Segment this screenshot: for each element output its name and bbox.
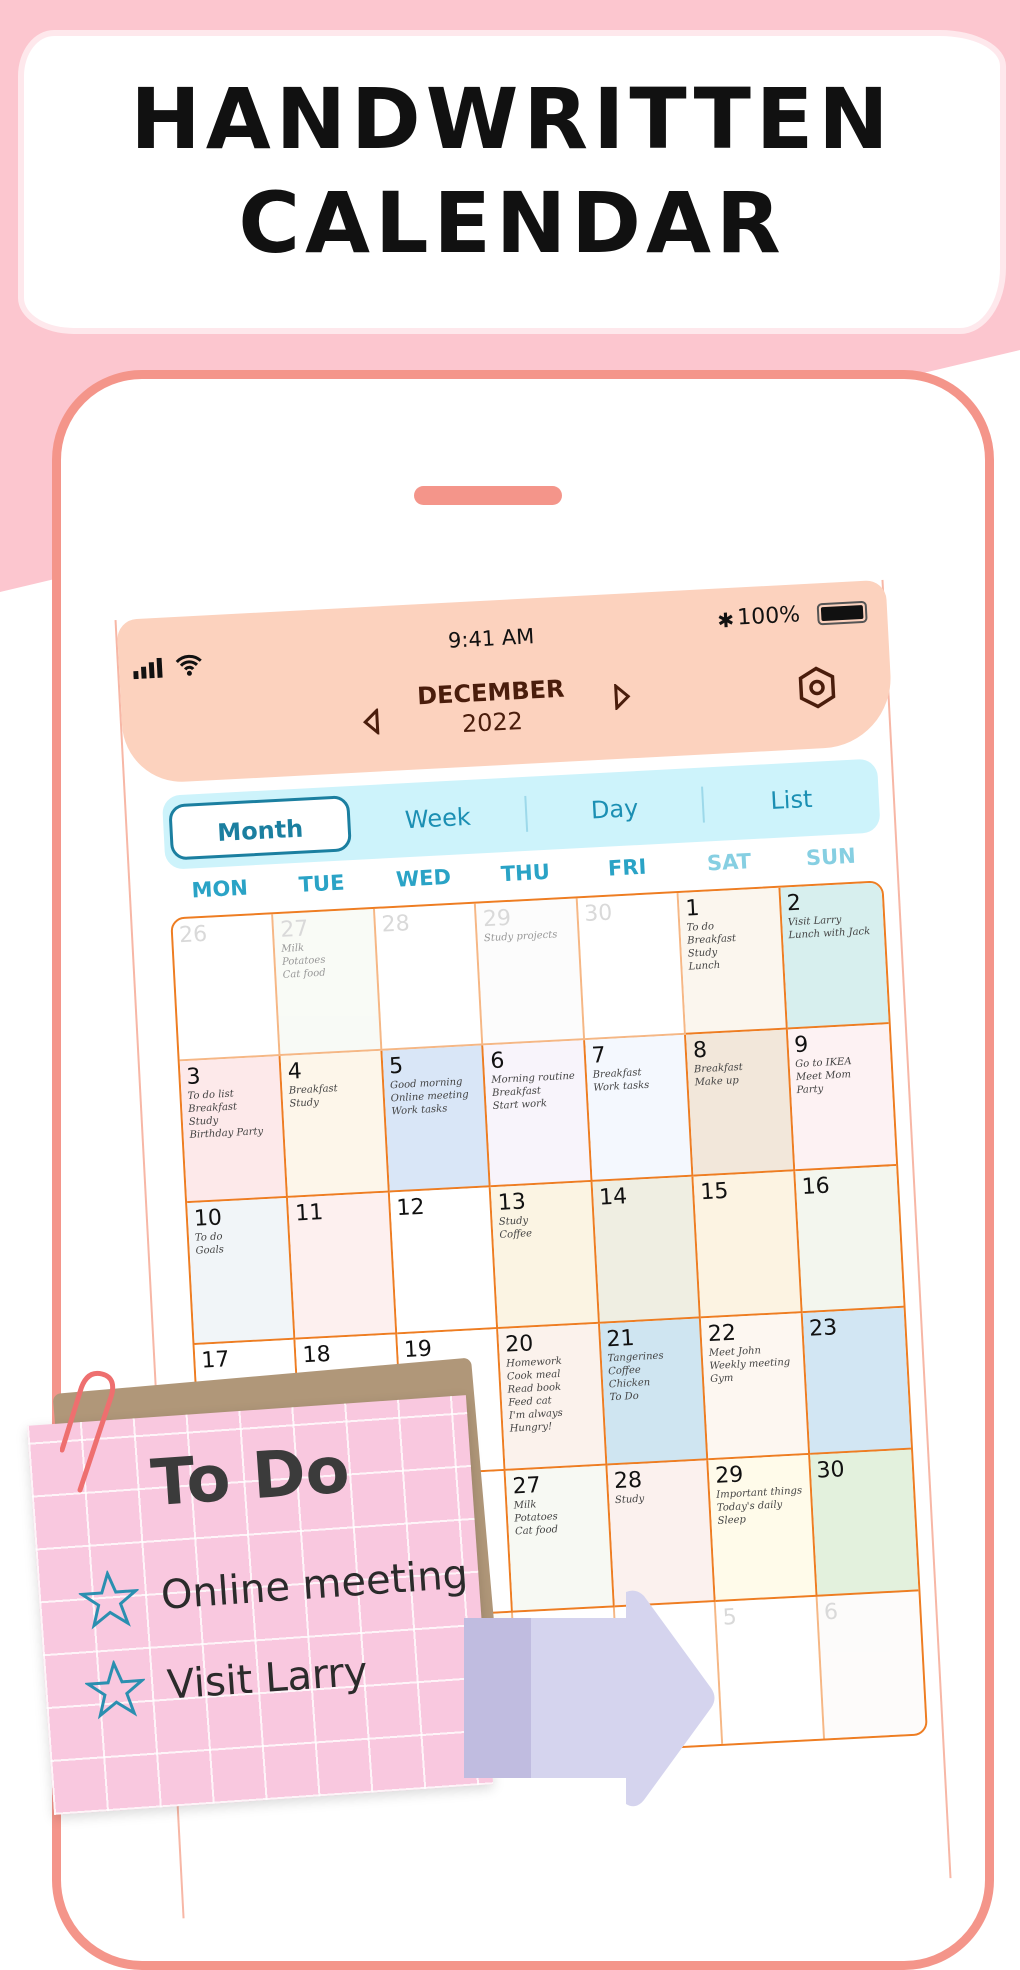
day-cell[interactable]: 21 Tangerines Coffee Chicken To Do <box>599 1318 709 1466</box>
bluetooth-icon: ✱ <box>716 607 735 633</box>
weekday-sat: SAT <box>706 849 752 876</box>
todo-item: Online meeting <box>77 1545 470 1630</box>
day-cell[interactable]: 29 Important things Today's daily Sleep <box>708 1454 818 1603</box>
day-cell[interactable]: 6 <box>817 1591 926 1739</box>
day-number: 14 <box>598 1184 628 1211</box>
title-line-1: HANDWRITTEN <box>130 70 894 168</box>
day-note: Homework Cook meal Read book Feed cat I'… <box>505 1355 564 1435</box>
day-note: Breakfast Work tasks <box>592 1067 650 1094</box>
tab-month[interactable]: Month <box>168 795 352 861</box>
todo-item-label: Visit Larry <box>165 1648 370 1709</box>
title-banner: HANDWRITTEN CALENDAR <box>24 36 1000 328</box>
battery-percent: 100% <box>736 602 801 631</box>
next-month-button[interactable] <box>613 683 632 711</box>
battery-icon <box>816 600 868 626</box>
tab-week[interactable]: Week <box>349 786 527 851</box>
day-number: 15 <box>699 1178 730 1206</box>
day-cell[interactable]: 4 Breakfast Study <box>280 1050 390 1198</box>
paperclip-icon <box>60 1370 116 1493</box>
day-cell[interactable]: 15 <box>693 1171 803 1319</box>
prev-month-button[interactable] <box>362 708 381 736</box>
day-number: 18 <box>302 1341 332 1369</box>
day-cell[interactable]: 5 <box>715 1596 825 1744</box>
day-cell[interactable]: 20 Homework Cook meal Read book Feed cat … <box>498 1323 608 1471</box>
star-outline-icon <box>83 1659 147 1720</box>
day-cell[interactable]: 11 <box>288 1192 398 1340</box>
day-note: Important things Today's daily Sleep <box>716 1485 803 1527</box>
day-number: 17 <box>200 1347 231 1374</box>
tab-day[interactable]: Day <box>526 777 704 842</box>
day-cell[interactable]: 16 <box>794 1165 904 1314</box>
day-cell[interactable]: 30 <box>809 1449 919 1597</box>
settings-button[interactable] <box>796 664 838 710</box>
day-cell[interactable]: 2 Visit Larry Lunch with Jack <box>780 882 889 1030</box>
day-cell[interactable]: 13 Study Coffee <box>491 1181 600 1330</box>
day-number: 16 <box>801 1173 831 1200</box>
day-cell[interactable]: 3 To do list Breakfast Study Birthday Par… <box>179 1056 289 1204</box>
todo-item: Visit Larry <box>83 1643 370 1721</box>
day-cell[interactable]: 9 Go to IKEA Meet Mom Party <box>787 1024 897 1172</box>
day-note: Good morning Online meeting Work tasks <box>389 1076 469 1118</box>
todo-note-title: To Do <box>148 1433 352 1522</box>
arrow-right-icon <box>464 1590 715 1807</box>
title-line-2: CALENDAR <box>238 174 786 272</box>
weekday-sun: SUN <box>805 843 857 871</box>
day-note: Breakfast Study <box>288 1083 338 1110</box>
day-note: To do Breakfast Study Lunch <box>686 921 737 973</box>
day-note: Breakfast Make up <box>693 1061 744 1089</box>
day-cell[interactable]: 5 Good morning Online meeting Work tasks <box>382 1045 492 1193</box>
day-note: Go to IKEA Meet Mom Party <box>794 1056 852 1097</box>
day-number: 30 <box>583 900 613 927</box>
day-note: Morning routine Breakfast Start work <box>491 1070 576 1113</box>
day-number: 30 <box>815 1457 846 1484</box>
day-cell[interactable]: 28 <box>374 903 484 1051</box>
day-cell[interactable]: 22 Meet John Weekly meeting Gym <box>701 1313 810 1461</box>
tab-list[interactable]: List <box>703 767 881 832</box>
day-number: 26 <box>178 921 208 949</box>
weekday-thu: THU <box>500 859 551 887</box>
day-cell[interactable]: 14 <box>592 1176 702 1324</box>
day-cell[interactable]: 29 Study projects <box>476 898 585 1046</box>
star-outline-icon <box>77 1569 141 1630</box>
day-number: 6 <box>823 1599 839 1626</box>
signal-icon <box>133 657 163 680</box>
day-number: 5 <box>722 1604 738 1631</box>
day-note: Visit Larry Lunch with Jack <box>787 914 871 942</box>
day-note: Study Coffee <box>498 1215 533 1241</box>
weekday-mon: MON <box>190 875 249 903</box>
day-cell[interactable]: 1 To do Breakfast Study Lunch <box>678 887 788 1035</box>
day-cell[interactable]: 6 Morning routine Breakfast Start work <box>483 1040 593 1188</box>
day-note: Milk Potatoes Cat food <box>513 1499 559 1538</box>
day-cell[interactable]: 10 To do Goals <box>187 1197 296 1345</box>
day-cell[interactable]: 27 Milk Potatoes Cat food <box>273 908 383 1057</box>
day-note: To do Goals <box>194 1231 225 1257</box>
day-cell[interactable]: 30 <box>577 892 687 1041</box>
day-cell[interactable]: 7 Breakfast Work tasks <box>584 1034 694 1182</box>
weekday-wed: WED <box>395 864 452 892</box>
day-cell[interactable]: 23 <box>802 1307 912 1455</box>
day-note: Tangerines Coffee Chicken To Do <box>607 1350 664 1404</box>
day-number: 23 <box>808 1315 838 1342</box>
day-note: Meet John Weekly meeting Gym <box>708 1345 791 1386</box>
day-cell[interactable]: 12 <box>389 1187 499 1335</box>
day-cell[interactable]: 28 Study <box>607 1460 716 1608</box>
day-cell[interactable]: 26 <box>172 914 281 1062</box>
day-note: To do list Breakfast Study Birthday Part… <box>187 1088 264 1141</box>
day-number: 11 <box>294 1200 324 1227</box>
weekday-fri: FRI <box>607 854 647 881</box>
day-number: 12 <box>395 1194 426 1222</box>
day-cell[interactable]: 8 Breakfast Make up <box>686 1029 795 1177</box>
weekday-tue: TUE <box>298 870 346 897</box>
phone-speaker <box>414 486 562 505</box>
month-year-label[interactable]: DECEMBER 2022 <box>390 673 593 741</box>
day-note: Milk Potatoes Cat food <box>281 942 326 981</box>
wifi-icon <box>175 654 202 676</box>
todo-item-label: Online meeting <box>159 1551 470 1619</box>
status-time: 9:41 AM <box>447 624 535 653</box>
day-number: 28 <box>381 911 411 938</box>
